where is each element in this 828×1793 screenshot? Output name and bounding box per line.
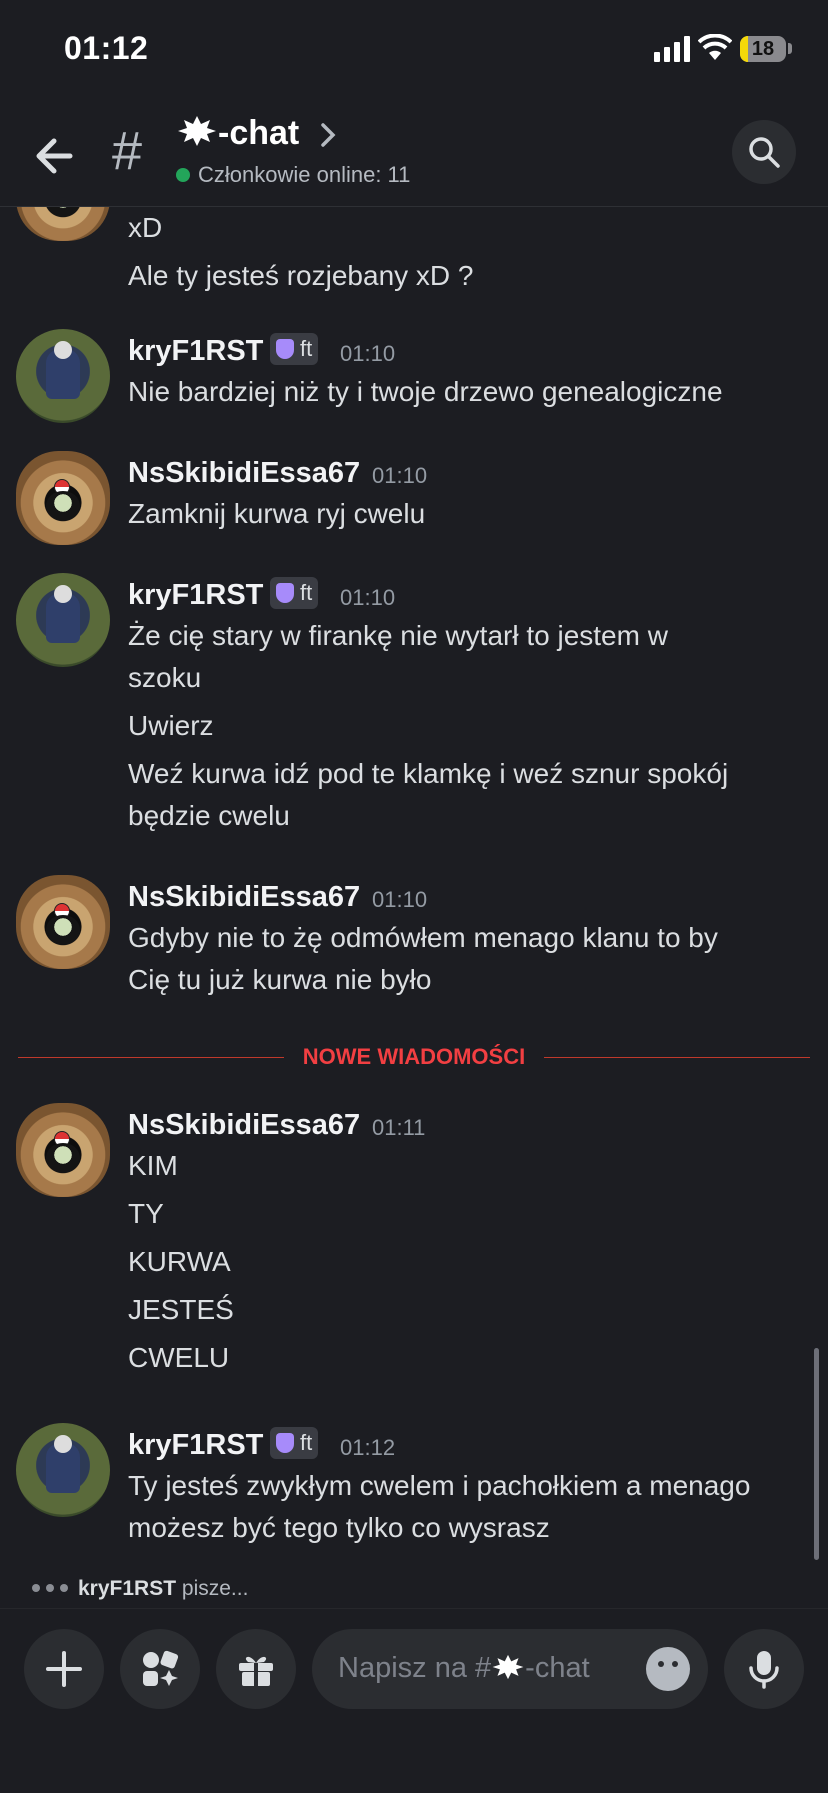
attach-button[interactable] [24,1629,104,1709]
explosion-emoji-icon [178,116,216,146]
message-input[interactable]: Napisz na # -chat [312,1629,708,1709]
channel-hash-icon: # [112,121,143,181]
message-line: Że cię stary w firankę nie wytarł to jes… [128,620,668,651]
explosion-emoji-icon [492,1654,524,1680]
gift-icon [239,1656,273,1686]
message-timestamp: 01:10 [372,463,428,488]
avatar[interactable] [16,573,110,667]
message-author[interactable]: kryF1RST [128,335,263,368]
guild-tag-badge[interactable]: ft [270,577,319,609]
message-line: Nie bardziej niż ty i twoje drzewo genea… [128,376,723,407]
avatar[interactable] [16,329,110,423]
voice-message-button[interactable] [724,1629,804,1709]
cellular-signal-icon [654,36,690,62]
message-author[interactable]: NsSkibidiEssa67 [128,1109,360,1142]
new-messages-label: NOWE WIADOMOŚCI [284,1044,544,1070]
message-timestamp: 01:11 [372,1115,426,1140]
emoji-picker-icon[interactable] [646,1647,690,1691]
chevron-right-icon[interactable] [320,122,336,148]
typing-user: kryF1RST [78,1577,177,1600]
message-timestamp: 01:12 [340,1435,396,1460]
message-line: Uwierz [128,710,214,741]
back-arrow-icon[interactable] [30,130,82,182]
channel-header: # -chat Członkowie online: 11 [0,100,828,207]
guild-tag-label: ft [300,1430,313,1455]
placeholder-prefix: Napisz na # [338,1652,492,1684]
message-scrollbar[interactable] [814,1348,819,1560]
message-author[interactable]: kryF1RST [128,579,263,612]
apps-icon [143,1650,179,1686]
message-input-placeholder: Napisz na # -chat [338,1652,590,1685]
message-line: będzie cwelu [128,800,290,831]
message-line: Cię tu już kurwa nie było [128,964,432,995]
avatar[interactable] [16,875,110,969]
message-line: TY [128,1198,164,1229]
message-line: KIM [128,1150,178,1181]
message-timestamp: 01:10 [372,887,428,912]
status-time: 01:12 [64,30,149,66]
message-line: możesz być tego tylko co wysrasz [128,1512,550,1543]
online-count-text: Członkowie online: 11 [198,162,411,187]
message-line: Weź kurwa idź pod te klamkę i weź sznur … [128,758,729,789]
avatar[interactable] [16,1103,110,1197]
shield-icon [276,1433,294,1453]
message-line: szoku [128,662,202,693]
message-list[interactable]: xD Ale ty jesteś rozjebany xD ? kryF1RST… [0,207,828,1605]
placeholder-suffix: -chat [525,1652,590,1684]
channel-title[interactable]: -chat [176,114,299,153]
microphone-icon [749,1651,779,1689]
channel-name: -chat [218,114,300,152]
battery-icon: 18 [740,36,786,62]
gift-button[interactable] [216,1629,296,1709]
wifi-icon [698,34,732,60]
status-bar: 01:12 18 [0,0,828,100]
avatar[interactable] [16,1423,110,1517]
message-line: Gdyby nie to żę odmówłem menago klanu to… [128,922,718,953]
message-line: Zamknij kurwa ryj cwelu [128,498,426,529]
plus-icon [46,1651,82,1687]
message-timestamp: 01:10 [340,341,396,366]
typing-indicator: kryF1RST pisze... [32,1574,248,1601]
message-line: KURWA [128,1246,231,1277]
message-line: Ale ty jesteś rozjebany xD ? [128,260,474,291]
shield-icon [276,339,294,359]
battery-level: 18 [751,38,775,60]
apps-button[interactable] [120,1629,200,1709]
shield-icon [276,583,294,603]
message-author[interactable]: NsSkibidiEssa67 [128,881,360,914]
search-button[interactable] [732,120,796,184]
online-members: Członkowie online: 11 [176,162,410,188]
message-line: Ty jesteś zwykłym cwelem i pachołkiem a … [128,1470,751,1501]
guild-tag-label: ft [300,336,313,361]
message-line: CWELU [128,1342,230,1373]
guild-tag-badge[interactable]: ft [270,1427,319,1459]
avatar[interactable] [16,207,110,241]
message-line: JESTEŚ [128,1294,234,1325]
message-author[interactable]: kryF1RST [128,1429,263,1462]
battery-tip [788,43,792,54]
message-timestamp: 01:10 [340,585,396,610]
avatar[interactable] [16,451,110,545]
search-icon [749,137,780,168]
message-composer: Napisz na # -chat [0,1608,828,1793]
message-line: xD [128,212,163,243]
typing-dots-icon [32,1574,78,1598]
online-dot-icon [176,168,190,182]
typing-text: pisze... [181,1577,249,1600]
guild-tag-label: ft [300,580,313,605]
message-author[interactable]: NsSkibidiEssa67 [128,457,360,490]
guild-tag-badge[interactable]: ft [270,333,319,365]
